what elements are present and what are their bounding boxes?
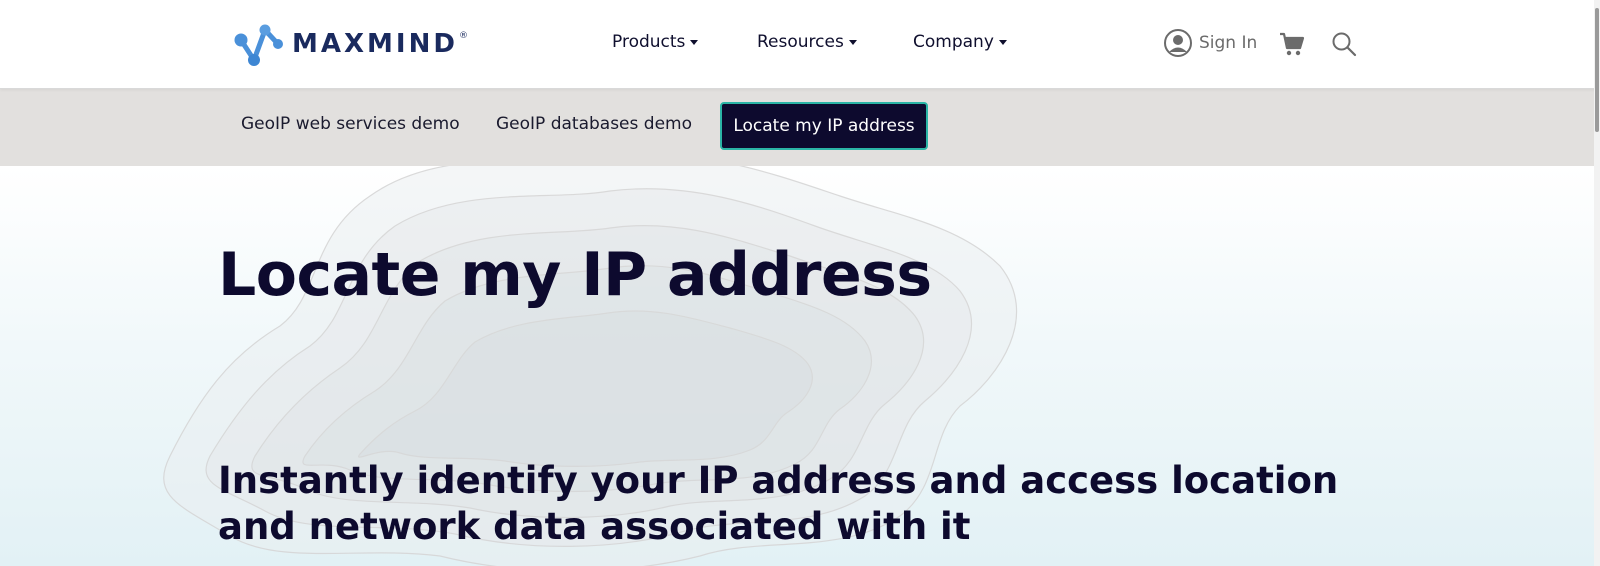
scrollbar-thumb[interactable] — [1595, 8, 1599, 132]
nav-products-label: Products — [612, 32, 686, 52]
caret-down-icon — [690, 39, 699, 45]
caret-down-icon — [848, 39, 857, 45]
sign-in-link[interactable]: Sign In — [1163, 28, 1257, 58]
cart-button[interactable] — [1279, 31, 1305, 61]
nav-resources-label: Resources — [757, 32, 844, 52]
user-circle-icon — [1164, 29, 1192, 57]
nav-company-label: Company — [913, 32, 994, 52]
tab-locate-my-ip-address[interactable]: Locate my IP address — [720, 102, 928, 150]
sign-in-label: Sign In — [1199, 33, 1258, 53]
search-icon — [1332, 32, 1357, 57]
shopping-cart-icon — [1280, 32, 1305, 56]
hero-section: Locate my IP address Instantly identify … — [0, 166, 1600, 566]
nav-company[interactable]: Company — [913, 32, 1007, 52]
search-button[interactable] — [1331, 31, 1357, 61]
caret-down-icon — [998, 39, 1007, 45]
nav-products[interactable]: Products — [612, 32, 699, 52]
nav-resources[interactable]: Resources — [757, 32, 857, 52]
registered-mark: ® — [458, 31, 468, 41]
maxmind-logo[interactable]: MAXMIND ® — [232, 22, 468, 66]
page-subtitle: Instantly identify your IP address and a… — [218, 459, 1339, 548]
demo-subnav: GeoIP web services demo GeoIP databases … — [0, 88, 1600, 166]
page-title: Locate my IP address — [218, 240, 932, 310]
logo-wordmark: MAXMIND — [292, 29, 458, 59]
page-scrollbar[interactable] — [1594, 0, 1600, 566]
maxmind-logo-icon — [234, 24, 283, 66]
tab-geoip-databases-demo[interactable]: GeoIP databases demo — [496, 114, 692, 134]
top-navigation: MAXMIND ® Products Resources Company Sign… — [0, 0, 1600, 89]
tab-geoip-web-services-demo[interactable]: GeoIP web services demo — [241, 114, 460, 134]
